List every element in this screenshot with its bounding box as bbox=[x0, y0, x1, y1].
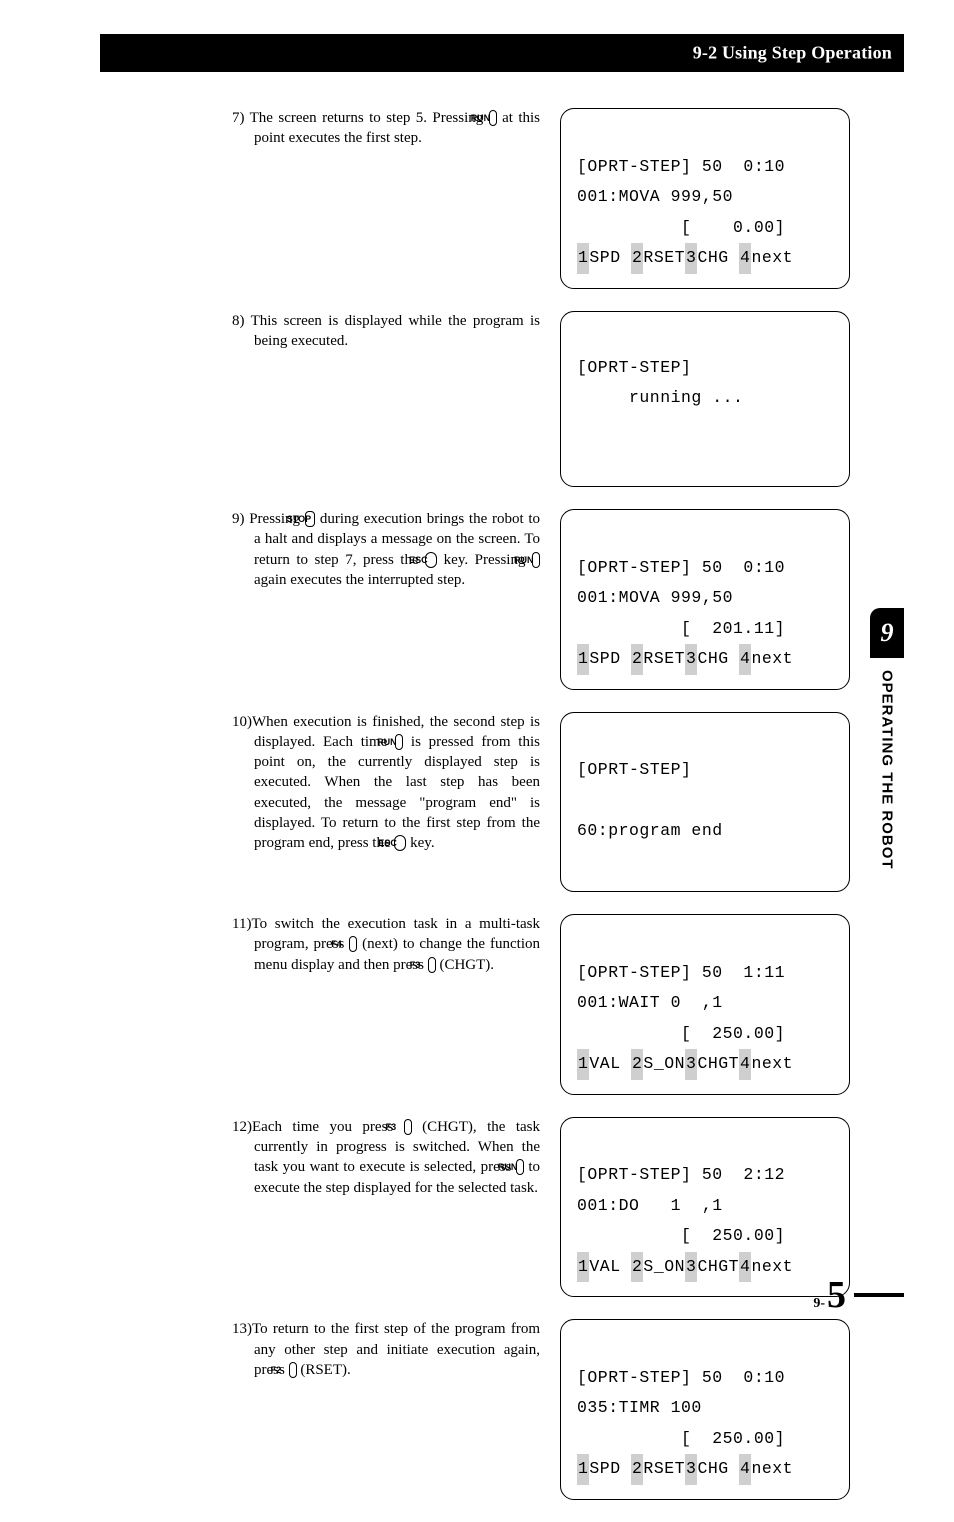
step-11-text: 11)To switch the execution task in a mul… bbox=[232, 914, 560, 975]
f2-key-icon: F2 bbox=[289, 1362, 297, 1378]
chapter-title-tab: OPERATING THE ROBOT bbox=[870, 658, 904, 964]
step-number: 12) bbox=[232, 1119, 252, 1135]
f3-key-icon: F3 bbox=[404, 1119, 412, 1135]
step-number: 8) bbox=[232, 313, 245, 329]
step-9-text: 9) Pressing STOP during execution brings… bbox=[232, 509, 560, 590]
step-12-text: 12)Each time you press F3 (CHGT), the ta… bbox=[232, 1117, 560, 1198]
display-line: 001:MOVA 999,50 bbox=[577, 187, 733, 206]
display-line bbox=[577, 418, 587, 437]
step-number: 7) bbox=[232, 110, 245, 126]
step-number: 13) bbox=[232, 1321, 252, 1337]
step-7-text: 7) The screen returns to step 5. Pressin… bbox=[232, 108, 560, 149]
esc-key-icon: ESC bbox=[425, 552, 437, 568]
footer-rule bbox=[854, 1293, 904, 1297]
lcd-display-3: [OPRT-STEP] 50 0:10 001:MOVA 999,50 [ 20… bbox=[560, 509, 850, 690]
display-line: [OPRT-STEP] 50 2:12 bbox=[577, 1165, 785, 1184]
step-8-text: 8) This screen is displayed while the pr… bbox=[232, 311, 560, 352]
display-line: 035:TIMR 100 bbox=[577, 1398, 702, 1417]
softkey-row: 1SPD 2RSET3CHG 4next bbox=[577, 649, 793, 668]
display-line: running ... bbox=[577, 388, 743, 407]
display-line: [OPRT-STEP] bbox=[577, 760, 691, 779]
section-header-band: 9-2 Using Step Operation bbox=[100, 34, 904, 72]
display-line: [OPRT-STEP] 50 1:11 bbox=[577, 963, 785, 982]
display-line: [ 250.00] bbox=[577, 1024, 785, 1043]
content-area: 7) The screen returns to step 5. Pressin… bbox=[232, 108, 902, 1522]
display-line: [OPRT-STEP] 50 0:10 bbox=[577, 157, 785, 176]
step-number: 9) bbox=[232, 511, 245, 527]
section-header-title: 9-2 Using Step Operation bbox=[693, 43, 892, 64]
display-line: [OPRT-STEP] bbox=[577, 358, 691, 377]
step-number: 10) bbox=[232, 714, 252, 730]
display-line: [ 201.11] bbox=[577, 619, 785, 638]
lcd-display-6: [OPRT-STEP] 50 2:12 001:DO 1 ,1 [ 250.00… bbox=[560, 1117, 850, 1298]
run-key-icon: RUN bbox=[532, 552, 540, 568]
chapter-side-tab: 9 OPERATING THE ROBOT bbox=[870, 608, 904, 964]
lcd-display-1: [OPRT-STEP] 50 0:10 001:MOVA 999,50 [ 0.… bbox=[560, 108, 850, 289]
page-footer: 9- 5 bbox=[813, 1273, 904, 1317]
lcd-display-7: [OPRT-STEP] 50 0:10 035:TIMR 100 [ 250.0… bbox=[560, 1319, 850, 1500]
display-line bbox=[577, 852, 587, 871]
lcd-display-5: [OPRT-STEP] 50 1:11 001:WAIT 0 ,1 [ 250.… bbox=[560, 914, 850, 1095]
lcd-display-2: [OPRT-STEP] running ... bbox=[560, 311, 850, 487]
run-key-icon: RUN bbox=[489, 110, 497, 126]
display-line: 001:WAIT 0 ,1 bbox=[577, 993, 723, 1012]
footer-page-number: 5 bbox=[827, 1273, 846, 1317]
step-10-text: 10)When execution is finished, the secon… bbox=[232, 712, 560, 854]
f3-key-icon: F3 bbox=[428, 957, 436, 973]
softkey-row: 1VAL 2S_ON3CHGT4next bbox=[577, 1054, 793, 1073]
display-line: [OPRT-STEP] 50 0:10 bbox=[577, 558, 785, 577]
display-line: [ 250.00] bbox=[577, 1429, 785, 1448]
lcd-display-4: [OPRT-STEP] 60:program end bbox=[560, 712, 850, 893]
esc-key-icon: ESC bbox=[394, 835, 406, 851]
stop-key-icon: STOP bbox=[305, 511, 315, 527]
run-key-icon: RUN bbox=[395, 734, 403, 750]
display-line bbox=[577, 791, 587, 810]
softkey-row: 1SPD 2RSET3CHG 4next bbox=[577, 248, 793, 267]
display-line: 001:DO 1 ,1 bbox=[577, 1196, 723, 1215]
step-number: 11) bbox=[232, 916, 251, 932]
f4-key-icon: F4 bbox=[349, 936, 357, 952]
display-line: [OPRT-STEP] 50 0:10 bbox=[577, 1368, 785, 1387]
display-line: 60:program end bbox=[577, 821, 723, 840]
display-line bbox=[577, 447, 587, 466]
chapter-number-tab: 9 bbox=[870, 608, 904, 658]
display-line: [ 250.00] bbox=[577, 1226, 785, 1245]
softkey-row: 1SPD 2RSET3CHG 4next bbox=[577, 1459, 793, 1478]
softkey-row: 1VAL 2S_ON3CHGT4next bbox=[577, 1257, 793, 1276]
footer-chapter: 9- bbox=[813, 1296, 825, 1312]
display-line: [ 0.00] bbox=[577, 218, 785, 237]
display-line: 001:MOVA 999,50 bbox=[577, 588, 733, 607]
run-key-icon: RUN bbox=[516, 1159, 524, 1175]
step-13-text: 13)To return to the first step of the pr… bbox=[232, 1319, 560, 1380]
